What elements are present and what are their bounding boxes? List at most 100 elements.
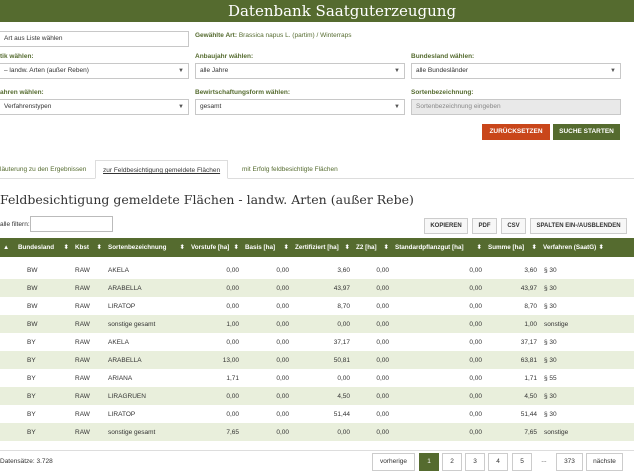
page-button-3[interactable]: 3 [465,453,485,471]
table-cell: 51,44 [485,405,540,423]
row-tail-cell [607,333,634,351]
table-cell: 0,00 [188,297,242,315]
table-cell: § 30 [540,351,607,369]
table-cell: 0,00 [242,333,292,351]
table-cell: sonstige gesamt [105,315,188,333]
sort-icon: ⬍ [96,244,102,251]
tab-gemeldete-flaechen[interactable]: zur Feldbesichtigung gemeldete Flächen [95,160,229,179]
header-filler [607,238,634,257]
page-button-1[interactable]: 1 [419,453,439,471]
chevron-down-icon: ▼ [610,68,616,74]
table-cell: sonstige gesamt [105,423,188,441]
col-header[interactable]: Bundesland ⬍ [15,238,72,257]
col-header[interactable]: Kbst ⬍ [72,238,105,257]
tab-erlaeuterung[interactable]: läuterung zu den Ergebnissen [0,160,86,179]
prev-page-button[interactable]: vorherige [372,453,415,471]
table-cell: 0,00 [242,261,292,279]
table-row: BW RAW ARABELLA 0,00 0,00 43,97 0,00 0,00 43,97 §… [0,279,634,297]
table-cell: BY [15,351,72,369]
table-cell: AKELA [105,261,188,279]
table-cell: 37,17 [485,333,540,351]
table-cell: 4,50 [292,387,353,405]
table-cell: RAW [72,297,105,315]
col-header[interactable]: Zertifiziert [ha] ⬍ [292,238,353,257]
art-select[interactable]: Art aus Liste wählen [0,31,189,47]
search-button[interactable]: SUCHE STARTEN [553,124,620,140]
table-cell: BW [15,297,72,315]
page-button-2[interactable]: 2 [442,453,462,471]
table-cell: BW [15,279,72,297]
csv-button[interactable]: CSV [501,218,526,234]
row-tail-cell [607,315,634,333]
page-button-4[interactable]: 4 [488,453,508,471]
footer-divider [0,450,634,451]
table-cell: LIRAGRUEN [105,387,188,405]
pdf-button[interactable]: PDF [472,218,497,234]
table-cell: 0,00 [353,333,392,351]
table-cell: 0,00 [392,279,485,297]
row-tail-cell [607,279,634,297]
table-cell: ARABELLA [105,351,188,369]
row-lead-cell [0,369,15,387]
page-button-5[interactable]: 5 [512,453,532,471]
col-header[interactable]: Standardpflanzgut [ha] ⬍ [392,238,485,257]
verfahren-select[interactable]: Verfahrenstypen ▼ [0,99,189,115]
next-page-button[interactable]: nächste [586,453,623,471]
table-cell: 1,00 [188,315,242,333]
sort-icon: ⬍ [233,244,239,251]
table-row: BW RAW AKELA 0,00 0,00 3,60 0,00 0,00 3,60 § 30 [0,261,634,279]
col-header[interactable]: Z2 [ha] ⬍ [353,238,392,257]
chevron-down-icon: ▼ [178,104,184,110]
table-cell: 0,00 [353,405,392,423]
bewirtschaftung-select[interactable]: gesamt ▼ [195,99,405,115]
sort-icon: ⬍ [531,244,537,251]
table-cell: § 30 [540,387,607,405]
sort-icon: ⬍ [179,244,185,251]
table-cell: 0,00 [353,297,392,315]
col-header[interactable]: Verfahren (SaatG) ⬍ [540,238,607,257]
bundesland-select[interactable]: alle Bundesländer ▼ [411,63,621,79]
page-button-last[interactable]: 373 [556,453,583,471]
table-cell: RAW [72,351,105,369]
column-toggle-button[interactable]: SPALTEN EIN-/AUSBLENDEN [530,218,627,234]
table-cell: 0,00 [392,405,485,423]
table-row: BY RAW ARABELLA 13,00 0,00 50,81 0,00 0,00 63,81… [0,351,634,369]
statistik-select[interactable]: – landw. Arten (außer Reben) ▼ [0,63,189,79]
art-select-value: Art aus Liste wählen [4,35,63,42]
anbaujahr-select[interactable]: alle Jahre ▼ [195,63,405,79]
statistik-select-value: – landw. Arten (außer Reben) [4,67,89,74]
row-lead-cell [0,423,15,441]
table-cell: 0,00 [392,261,485,279]
table-cell: BY [15,423,72,441]
table-row: BY RAW AKELA 0,00 0,00 37,17 0,00 0,00 37,17 § 30 [0,333,634,351]
selected-species-value: Brassica napus L. (partim) / Winterraps [238,32,352,39]
sorte-input-placeholder: Sortenbezeichnung eingeben [416,103,501,110]
col-header[interactable]: Vorstufe [ha] ⬍ [188,238,242,257]
row-lead-cell [0,333,15,351]
filter-input[interactable] [30,216,113,232]
col-header[interactable]: Sortenbezeichnung ⬍ [105,238,188,257]
col-header[interactable]: Summe [ha] ⬍ [485,238,540,257]
table-cell: § 30 [540,261,607,279]
table-cell: 0,00 [242,387,292,405]
pagination-ellipsis: ... [535,453,553,471]
table-cell: RAW [72,279,105,297]
row-tail-cell [607,261,634,279]
row-tail-cell [607,297,634,315]
table-cell: BW [15,261,72,279]
table-cell: RAW [72,405,105,423]
sort-icon[interactable]: ▲ [0,238,15,257]
sorte-input[interactable]: Sortenbezeichnung eingeben [411,99,621,115]
reset-button[interactable]: ZURÜCKSETZEN [482,124,550,140]
bundesland-select-value: alle Bundesländer [416,67,469,74]
copy-button[interactable]: KOPIEREN [424,218,468,234]
record-count: Datensätze: 3.728 [0,458,53,465]
bewirtschaftung-label: Bewirtschaftungsform wählen: [195,89,290,96]
table-cell: 43,97 [485,279,540,297]
sort-icon: ⬍ [383,244,389,251]
row-tail-cell [607,423,634,441]
col-header[interactable]: Basis [ha] ⬍ [242,238,292,257]
tab-feldbesichtigte-flaechen[interactable]: mit Erfolg feldbesichtigte Flächen [242,160,338,179]
table-cell: 0,00 [292,315,353,333]
table-cell: 0,00 [353,351,392,369]
